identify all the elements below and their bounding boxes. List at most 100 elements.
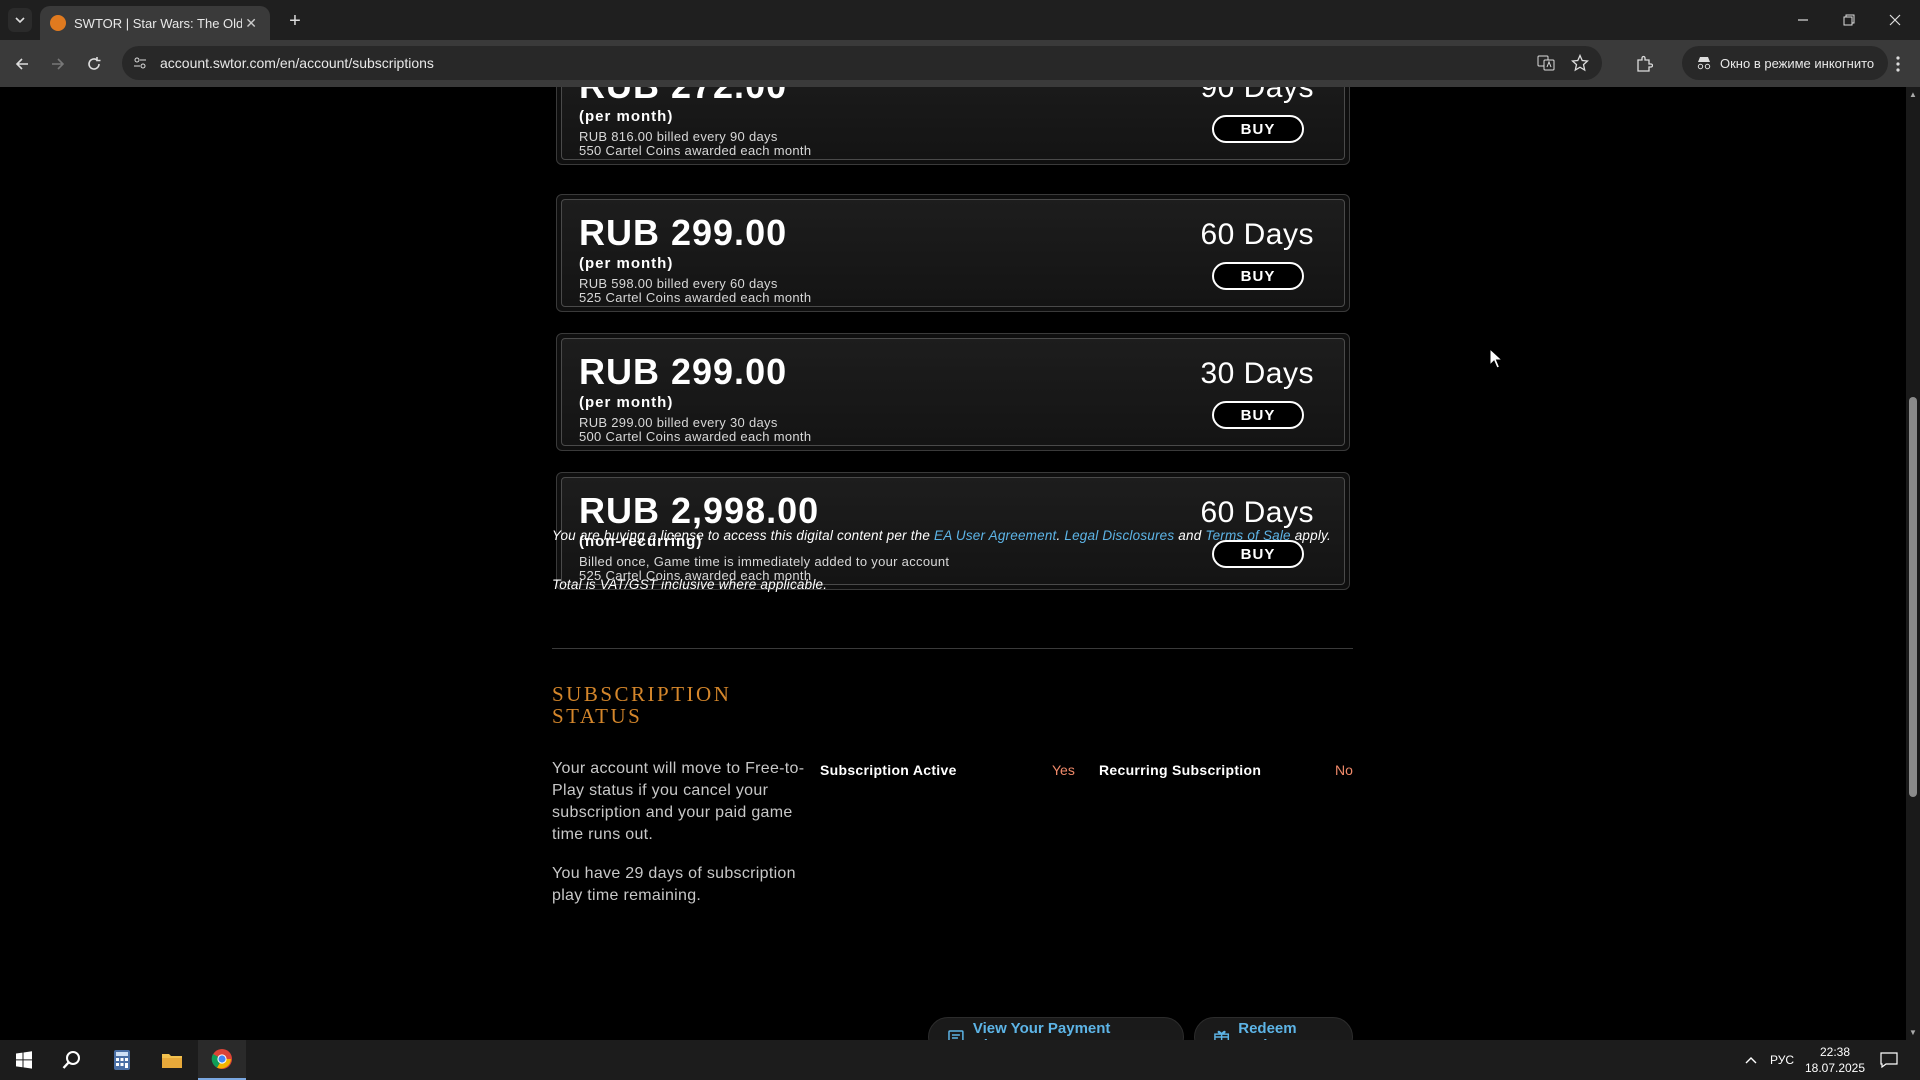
- arrow-left-icon: [15, 58, 28, 70]
- scroll-thumb[interactable]: [1909, 397, 1917, 797]
- extensions-button[interactable]: [1630, 50, 1658, 78]
- plan-duration: 90 Days: [1200, 87, 1314, 104]
- buy-button[interactable]: BUY: [1212, 262, 1304, 290]
- file-explorer-app[interactable]: [148, 1040, 196, 1080]
- taskbar-clock[interactable]: 22:38 18.07.2025: [1790, 1044, 1880, 1076]
- plan-price: RUB 299.00: [579, 351, 788, 392]
- heading-line: SUBSCRIPTION: [552, 682, 732, 706]
- star-bookmark-icon[interactable]: [1568, 51, 1592, 75]
- chrome-app[interactable]: [198, 1040, 246, 1080]
- address-bar[interactable]: account.swtor.com/en/account/subscriptio…: [122, 46, 1602, 80]
- tray-expand-button[interactable]: [1744, 1040, 1758, 1080]
- calculator-app[interactable]: [98, 1040, 146, 1080]
- page-viewport: RUB 272.00 (per month) RUB 816.00 billed…: [0, 87, 1906, 1040]
- scroll-down-arrow-icon[interactable]: ▼: [1908, 1027, 1918, 1037]
- translate-icon[interactable]: [1534, 51, 1558, 75]
- chevron-up-icon: [1745, 1057, 1757, 1064]
- plan-duration: 30 Days: [1200, 357, 1314, 390]
- buy-button[interactable]: BUY: [1212, 115, 1304, 143]
- plan-billing: Billed once, Game time is immediately ad…: [579, 554, 950, 569]
- plan-coins: 500 Cartel Coins awarded each month: [579, 429, 812, 444]
- buy-button[interactable]: BUY: [1212, 401, 1304, 429]
- plan-billing: RUB 598.00 billed every 60 days: [579, 276, 778, 291]
- clock-date: 18.07.2025: [1804, 1061, 1866, 1075]
- terms-of-sale-link[interactable]: Terms of Sale: [1205, 528, 1290, 543]
- browser-menu-button[interactable]: [1886, 50, 1910, 78]
- chevron-down-icon: [15, 17, 25, 24]
- minimize-button[interactable]: [1780, 0, 1826, 40]
- start-button[interactable]: [0, 1040, 48, 1080]
- plan-price: RUB 272.00: [579, 87, 787, 107]
- section-divider: [552, 648, 1353, 649]
- site-settings-icon[interactable]: [126, 49, 154, 77]
- search-button[interactable]: [48, 1040, 96, 1080]
- plan-card-inner: RUB 272.00 (per month) RUB 816.00 billed…: [561, 87, 1345, 160]
- ea-user-agreement-link[interactable]: EA User Agreement: [934, 528, 1056, 543]
- plan-price: RUB 2,998.00: [579, 490, 820, 531]
- subscription-active-value: Yes: [1052, 762, 1075, 778]
- scroll-up-arrow-icon[interactable]: ▲: [1908, 89, 1918, 99]
- incognito-label: Окно в режиме инкогнито: [1720, 55, 1875, 71]
- windows-taskbar: РУС 22:38 18.07.2025: [0, 1040, 1920, 1080]
- plan-duration: 60 Days: [1200, 496, 1314, 529]
- license-prefix: You are buying a license to access this …: [552, 528, 935, 543]
- license-suffix: apply.: [1290, 528, 1331, 543]
- recurring-subscription-label: Recurring Subscription: [1099, 762, 1262, 778]
- minimize-icon: [1798, 19, 1808, 21]
- plan-card-60-days: RUB 299.00 (per month) RUB 598.00 billed…: [556, 194, 1350, 312]
- mouse-cursor-icon: [1489, 348, 1504, 369]
- incognito-icon: [1697, 57, 1711, 70]
- restore-icon: [1843, 14, 1855, 26]
- restore-button[interactable]: [1826, 0, 1872, 40]
- page-scrollbar[interactable]: ▲ ▼: [1906, 87, 1920, 1040]
- legal-disclosures-link[interactable]: Legal Disclosures: [1064, 528, 1174, 543]
- incognito-indicator[interactable]: Окно в режиме инкогнито: [1682, 46, 1889, 80]
- subscription-status-heading: SUBSCRIPTION STATUS: [552, 683, 752, 727]
- vat-notice: Total is VAT/GST inclusive where applica…: [552, 577, 828, 592]
- plan-coins: 550 Cartel Coins awarded each month: [579, 143, 812, 158]
- clock-time: 22:38: [1819, 1045, 1851, 1059]
- notification-center-button[interactable]: [1880, 1040, 1898, 1080]
- reload-button[interactable]: [80, 50, 108, 78]
- plan-period: (per month): [579, 394, 674, 411]
- plan-period: (per month): [579, 108, 674, 125]
- arrow-right-icon: [52, 58, 65, 70]
- plan-card-inner: RUB 299.00 (per month) RUB 598.00 billed…: [561, 199, 1345, 307]
- forward-button[interactable]: [44, 50, 72, 78]
- recurring-subscription-value: No: [1335, 762, 1353, 778]
- plan-duration: 60 Days: [1200, 218, 1314, 251]
- plan-billing: RUB 816.00 billed every 90 days: [579, 129, 778, 144]
- heading-line: STATUS: [552, 704, 643, 728]
- license-notice: You are buying a license to access this …: [552, 528, 1352, 544]
- plan-card-30-days: RUB 299.00 (per month) RUB 299.00 billed…: [556, 333, 1350, 451]
- new-tab-button[interactable]: +: [282, 8, 308, 34]
- plan-period: (per month): [579, 255, 674, 272]
- windows-logo-icon: [16, 1051, 32, 1069]
- status-description: Your account will move to Free-to-Play s…: [552, 760, 805, 843]
- plan-card-inner: RUB 299.00 (per month) RUB 299.00 billed…: [561, 338, 1345, 446]
- calculator-icon: [114, 1050, 130, 1070]
- close-icon[interactable]: ✕: [242, 14, 260, 32]
- license-separator: and: [1174, 528, 1206, 543]
- remaining-time-text: You have 29 days of subscription play ti…: [552, 865, 796, 904]
- close-window-button[interactable]: [1872, 0, 1918, 40]
- subscription-active-label: Subscription Active: [820, 762, 957, 778]
- browser-tab[interactable]: SWTOR | Star Wars: The Old Rep ✕: [40, 6, 270, 40]
- browser-toolbar: account.swtor.com/en/account/subscriptio…: [0, 40, 1920, 87]
- plan-billing: RUB 299.00 billed every 30 days: [579, 415, 778, 430]
- reload-icon: [88, 57, 101, 70]
- puzzle-icon: [1637, 55, 1653, 72]
- plan-price: RUB 299.00: [579, 212, 788, 253]
- swtor-favicon-icon: [50, 15, 66, 31]
- buy-button[interactable]: BUY: [1212, 540, 1304, 568]
- search-icon: [62, 1051, 80, 1069]
- notification-icon: [1880, 1052, 1898, 1068]
- tab-search-button[interactable]: [8, 8, 32, 32]
- more-vertical-icon: [1896, 56, 1900, 72]
- folder-icon: [162, 1054, 182, 1068]
- back-button[interactable]: [8, 50, 36, 78]
- plan-card-90-days: RUB 272.00 (per month) RUB 816.00 billed…: [556, 87, 1350, 165]
- tab-title: SWTOR | Star Wars: The Old Rep: [74, 15, 243, 31]
- url-text: account.swtor.com/en/account/subscriptio…: [160, 55, 434, 71]
- chrome-icon: [211, 1049, 232, 1069]
